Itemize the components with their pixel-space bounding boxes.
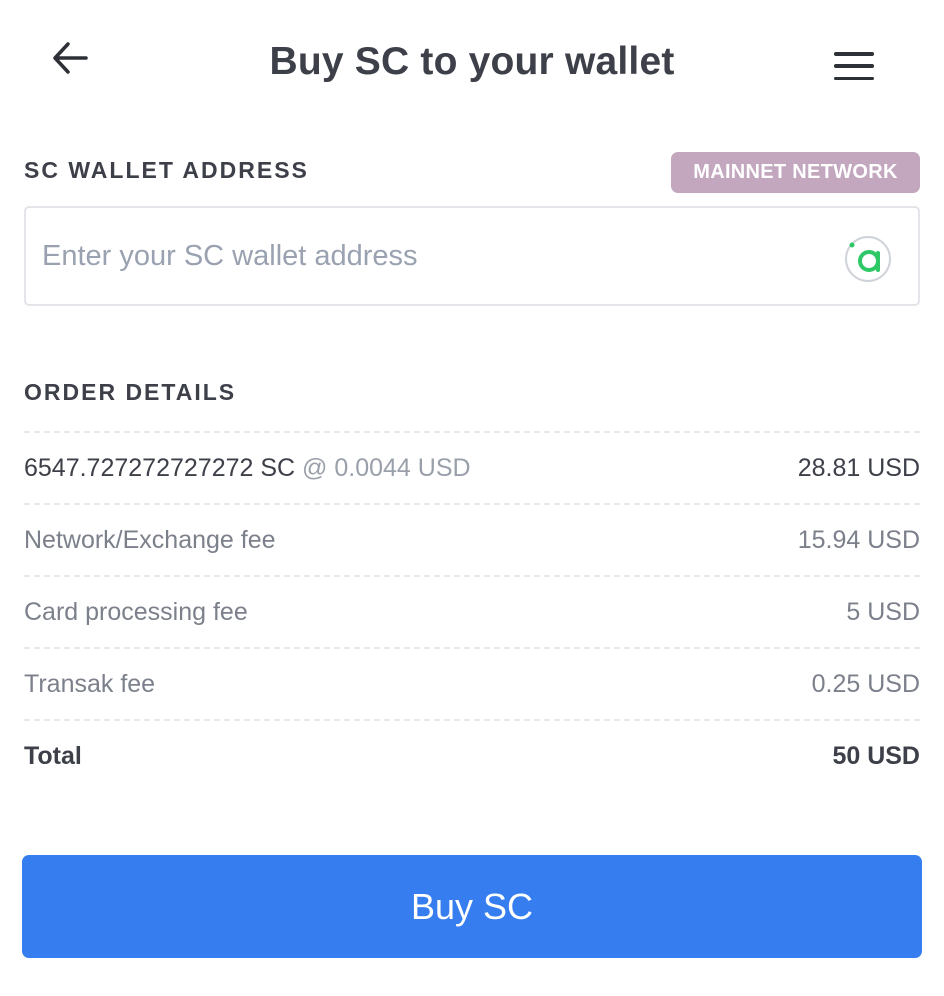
total-row: Total 50 USD — [24, 719, 920, 791]
hamburger-line — [834, 64, 874, 68]
fee-row-card: Card processing fee 5 USD — [24, 575, 920, 647]
order-details-label: ORDER DETAILS — [24, 379, 237, 405]
page-title: Buy SC to your wallet — [269, 40, 675, 83]
wallet-address-label: SC WALLET ADDRESS — [24, 157, 309, 183]
fee-label: Transak fee — [24, 669, 156, 698]
purchase-rate: @ 0.0044 USD — [302, 453, 471, 482]
siacoin-logo-icon — [845, 236, 891, 282]
purchase-row: 6547.727272727272 SC @ 0.0044 USD 28.81 … — [24, 431, 920, 503]
fee-value: 5 USD — [846, 597, 920, 626]
header: Buy SC to your wallet — [0, 0, 944, 130]
total-value: 50 USD — [832, 741, 920, 770]
order-details-list: 6547.727272727272 SC @ 0.0044 USD 28.81 … — [24, 431, 920, 791]
purchase-description: 6547.727272727272 SC @ 0.0044 USD — [24, 454, 471, 483]
fee-row-transak: Transak fee 0.25 USD — [24, 647, 920, 719]
fee-row-network: Network/Exchange fee 15.94 USD — [24, 503, 920, 575]
fee-value: 15.94 USD — [797, 525, 920, 554]
wallet-address-input[interactable] — [42, 239, 822, 273]
hamburger-menu-icon — [834, 52, 874, 56]
fee-label: Network/Exchange fee — [24, 525, 276, 554]
wallet-address-field[interactable] — [24, 206, 920, 306]
network-badge: MAINNET NETWORK — [671, 152, 920, 193]
buy-button[interactable]: Buy SC — [22, 855, 922, 958]
purchase-amount: 6547.727272727272 SC — [24, 453, 296, 482]
buy-page: Buy SC to your wallet SC WALLET ADDRESS … — [0, 0, 944, 996]
menu-button[interactable] — [832, 46, 876, 86]
purchase-value: 28.81 USD — [797, 453, 920, 482]
fee-label: Card processing fee — [24, 597, 248, 626]
total-label: Total — [24, 741, 82, 770]
fee-value: 0.25 USD — [811, 669, 920, 698]
hamburger-line — [834, 76, 874, 80]
